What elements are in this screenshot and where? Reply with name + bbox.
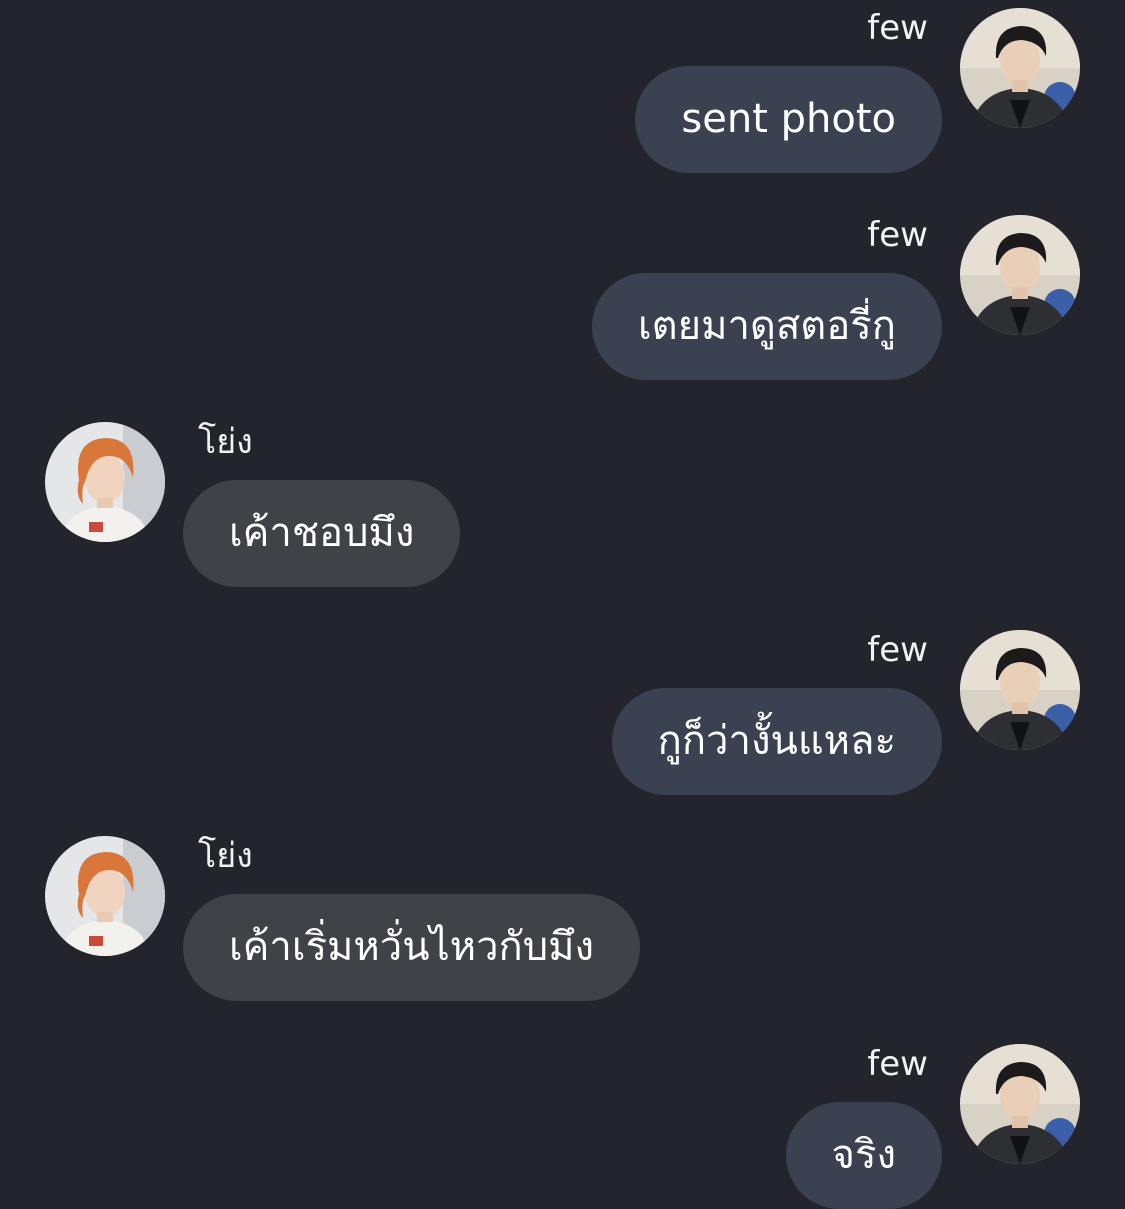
message-bubble[interactable]: เค้าเริ่มหวั่นไหวกับมึง: [183, 894, 641, 1001]
message-bubble[interactable]: sent photo: [635, 66, 942, 173]
message-bubble[interactable]: เตยมาดูสตอรี่กู: [591, 273, 942, 380]
sender-name: โย่ง: [198, 422, 253, 462]
message-bubble[interactable]: กูก็ว่างั้นแหละ: [611, 688, 942, 795]
avatar-yong-icon[interactable]: [45, 422, 165, 542]
sender-name: few: [867, 215, 928, 255]
chat-thread: few sent photo few เตยมาดูสตอรี่กู โย่ง …: [0, 0, 1125, 1209]
avatar-few-icon[interactable]: [960, 215, 1080, 335]
message-bubble[interactable]: เค้าชอบมึง: [183, 480, 461, 587]
avatar-few-icon[interactable]: [960, 8, 1080, 128]
message-bubble[interactable]: จริง: [785, 1102, 942, 1209]
avatar-yong-icon[interactable]: [45, 836, 165, 956]
avatar-few-icon[interactable]: [960, 630, 1080, 750]
avatar-few-icon[interactable]: [960, 1044, 1080, 1164]
sender-name: few: [867, 1044, 928, 1084]
sender-name: โย่ง: [198, 836, 253, 876]
sender-name: few: [867, 630, 928, 670]
sender-name: few: [867, 8, 928, 48]
